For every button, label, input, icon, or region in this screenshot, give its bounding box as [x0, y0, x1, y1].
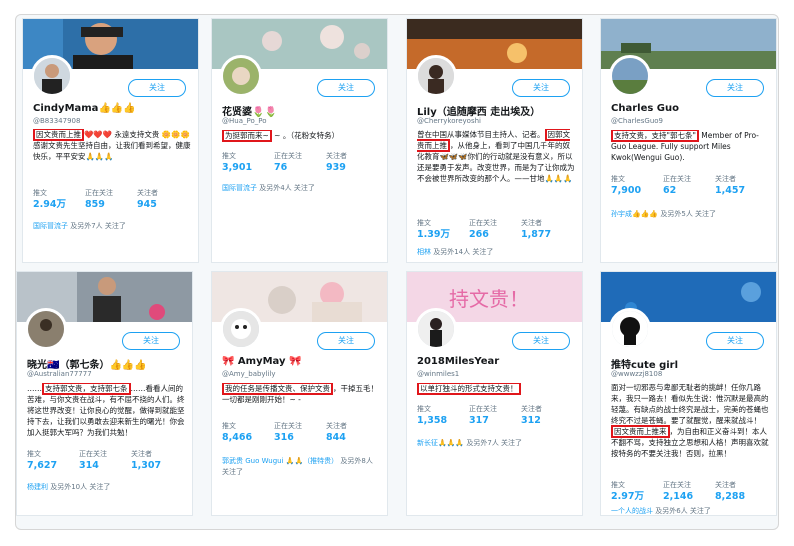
follow-button[interactable]: 关注	[122, 332, 180, 350]
followers-stat[interactable]: 关注者 844	[326, 422, 378, 444]
tweets-stat[interactable]: 推文 2.97万	[611, 481, 663, 503]
profile-card[interactable]: 持文贵！ 关注 2018MilesYear @winmiles1 以单打独斗的形…	[406, 271, 583, 516]
stats: 推文 1,358 正在关注 317 关注者 312	[417, 405, 577, 427]
follow-button[interactable]: 关注	[317, 79, 375, 97]
avatar[interactable]	[31, 55, 73, 97]
display-name[interactable]: 晓光🇦🇺（郭七条）👍👍👍	[27, 356, 147, 371]
display-name[interactable]: CindyMama👍👍👍	[33, 103, 136, 114]
stats: 推文 3,901 正在关注 76 关注者 939	[222, 152, 382, 174]
stats: 推文 2.94万 正在关注 859 关注者 945	[33, 189, 193, 211]
display-name[interactable]: 🎀 AmyMay 🎀	[222, 356, 301, 367]
follow-button[interactable]: 关注	[512, 79, 570, 97]
following-stat[interactable]: 正在关注 314	[79, 450, 131, 472]
avatar[interactable]	[220, 55, 262, 97]
followed-by[interactable]: 孙宇成👍👍👍 及另外5人 关注了	[611, 209, 771, 219]
avatar[interactable]	[415, 55, 457, 97]
followers-stat[interactable]: 关注者 945	[137, 189, 189, 211]
handle[interactable]: @Amy_babylily	[222, 370, 276, 378]
bio: 以单打独斗的形式支持文贵！	[417, 383, 577, 399]
profile-card[interactable]: 关注 花贤婆🌷🌷 @Hua_Po_Po 为挺郭而来~ ~ 。（花粉女特务） 推文…	[211, 18, 388, 263]
highlight-box: 为挺郭而来~	[222, 130, 272, 142]
profile-card[interactable]: 关注 🎀 AmyMay 🎀 @Amy_babylily 我的任务是传播文贵、保护…	[211, 271, 388, 516]
avatar[interactable]	[25, 308, 67, 350]
following-stat[interactable]: 正在关注 62	[663, 175, 715, 197]
followers-stat[interactable]: 关注者 8,288	[715, 481, 767, 503]
follow-button[interactable]: 关注	[128, 79, 186, 97]
tweets-stat[interactable]: 推文 1,358	[417, 405, 469, 427]
bio: 曾在中国从事媒体节目主持人、记者。 因郭文贵而上推 ，从他身上，看到了中国几千年的奴…	[417, 129, 575, 183]
following-stat[interactable]: 正在关注 2,146	[663, 481, 715, 503]
tweets-stat[interactable]: 推文 2.94万	[33, 189, 85, 211]
handle[interactable]: @wwwzzj8108	[611, 370, 662, 378]
bio: 我的任务是传播文贵、保护文贵 ，干掉五毛！一切都是刚刚开始！~ -	[222, 383, 378, 404]
stats: 推文 7,900 正在关注 62 关注者 1,457	[611, 175, 771, 197]
followed-by[interactable]: 相林 及另外14人 关注了	[417, 247, 577, 257]
profile-card[interactable]: 关注 晓光🇦🇺（郭七条）👍👍👍 @Australian77777 …… 支持郭文贵…	[16, 271, 193, 516]
following-stat[interactable]: 正在关注 266	[469, 219, 521, 241]
followed-by[interactable]: 国际冒流子 及另外7人 关注了	[33, 221, 193, 231]
follow-button[interactable]: 关注	[317, 332, 375, 350]
avatar[interactable]	[415, 308, 457, 350]
following-stat[interactable]: 正在关注 317	[469, 405, 521, 427]
bio: 支持文贵，支持"郭七条" Member of Pro-Guo League. F…	[611, 130, 759, 162]
profile-card[interactable]: 关注 推特cute girl @wwwzzj8108 面对一切邪恶与卑鄙无耻者的…	[600, 271, 777, 516]
display-name[interactable]: 2018MilesYear	[417, 356, 499, 367]
tweets-stat[interactable]: 推文 1.39万	[417, 219, 469, 241]
tweets-stat[interactable]: 推文 7,900	[611, 175, 663, 197]
display-name[interactable]: Charles Guo	[611, 103, 679, 114]
tweets-stat[interactable]: 推文 7,627	[27, 450, 79, 472]
bio: 为挺郭而来~ ~ 。（花粉女特务）	[222, 130, 382, 150]
followed-by[interactable]: 一个人的战斗 及另外6人 关注了	[611, 506, 771, 515]
handle[interactable]: @Hua_Po_Po	[222, 117, 267, 125]
highlight-box: 我的任务是传播文贵、保护文贵	[222, 383, 333, 395]
follow-button[interactable]: 关注	[512, 332, 570, 350]
display-name[interactable]: Lily（追随摩西 走出埃及）	[417, 103, 540, 118]
banner-text: 持文贵！	[449, 287, 529, 311]
follow-button[interactable]: 关注	[706, 79, 764, 97]
highlight-box: 支持文贵，支持"郭七条"	[611, 130, 699, 142]
stats: 推文 1.39万 正在关注 266 关注者 1,877	[417, 219, 577, 241]
handle[interactable]: @CharlesGuo9	[611, 117, 663, 125]
following-stat[interactable]: 正在关注 859	[85, 189, 137, 211]
display-name[interactable]: 推特cute girl	[611, 356, 678, 371]
followers-stat[interactable]: 关注者 1,457	[715, 175, 767, 197]
bio: 因文贵而上推 ❤️❤️❤️ 永遠支持文贵 🌼🌼🌼 感谢文贵先生坚持自由，让我们看到…	[33, 129, 191, 161]
followers-stat[interactable]: 关注者 1,877	[521, 219, 573, 241]
profile-card[interactable]: 关注 CindyMama👍👍👍 @B83347908 因文贵而上推 ❤️❤️❤️ …	[22, 18, 199, 263]
follow-button[interactable]: 关注	[706, 332, 764, 350]
display-name[interactable]: 花贤婆🌷🌷	[222, 103, 277, 118]
followed-by[interactable]: 杨建利 及另外10人 关注了	[27, 482, 187, 492]
followers-stat[interactable]: 关注者 939	[326, 152, 378, 174]
handle[interactable]: @B83347908	[33, 117, 80, 125]
stats: 推文 2.97万 正在关注 2,146 关注者 8,288	[611, 481, 771, 503]
highlight-box: 支持郭文贵，支持郭七条	[42, 383, 131, 395]
followed-by[interactable]: 郭武贵 Guo Wugui 🙏🙏（推特贵） 及另外8人 关注了	[222, 456, 382, 478]
followed-by[interactable]: 国际冒流子 及另外4人 关注了	[222, 183, 382, 193]
avatar[interactable]	[609, 308, 651, 350]
avatar[interactable]	[220, 308, 262, 350]
tweets-stat[interactable]: 推文 3,901	[222, 152, 274, 174]
highlight-box: 因文贵而上推来	[611, 425, 670, 438]
handle[interactable]: @Australian77777	[27, 370, 92, 378]
stats: 推文 7,627 正在关注 314 关注者 1,307	[27, 450, 187, 472]
bio: 面对一切邪恶与卑鄙无耻者的挑衅！任你几路来，我只一路去！看似先生说：惟沉默是最高…	[611, 383, 769, 458]
following-stat[interactable]: 正在关注 76	[274, 152, 326, 174]
handle[interactable]: @winmiles1	[417, 370, 459, 378]
profile-card[interactable]: 关注 Lily（追随摩西 走出埃及） @Cherrykoreyoshi 曾在中国…	[406, 18, 583, 263]
profile-card[interactable]: 关注 Charles Guo @CharlesGuo9 支持文贵，支持"郭七条"…	[600, 18, 777, 263]
following-stat[interactable]: 正在关注 316	[274, 422, 326, 444]
bio: …… 支持郭文贵，支持郭七条 ……看看人间的苦难，与你文贵在战斗，有不屈不挠的人们。…	[27, 383, 185, 437]
highlight-box: 以单打独斗的形式支持文贵！	[417, 383, 521, 395]
followed-by[interactable]: 新长征🙏🙏🙏 及另外7人 关注了	[417, 438, 577, 448]
highlight-box: 因文贵而上推	[33, 129, 84, 141]
follower-grid: 关注 CindyMama👍👍👍 @B83347908 因文贵而上推 ❤️❤️❤️ …	[15, 14, 779, 530]
tweets-stat[interactable]: 推文 8,466	[222, 422, 274, 444]
followers-stat[interactable]: 关注者 1,307	[131, 450, 183, 472]
avatar[interactable]	[609, 55, 651, 97]
followers-stat[interactable]: 关注者 312	[521, 405, 573, 427]
handle[interactable]: @Cherrykoreyoshi	[417, 117, 481, 125]
stats: 推文 8,466 正在关注 316 关注者 844	[222, 422, 382, 444]
